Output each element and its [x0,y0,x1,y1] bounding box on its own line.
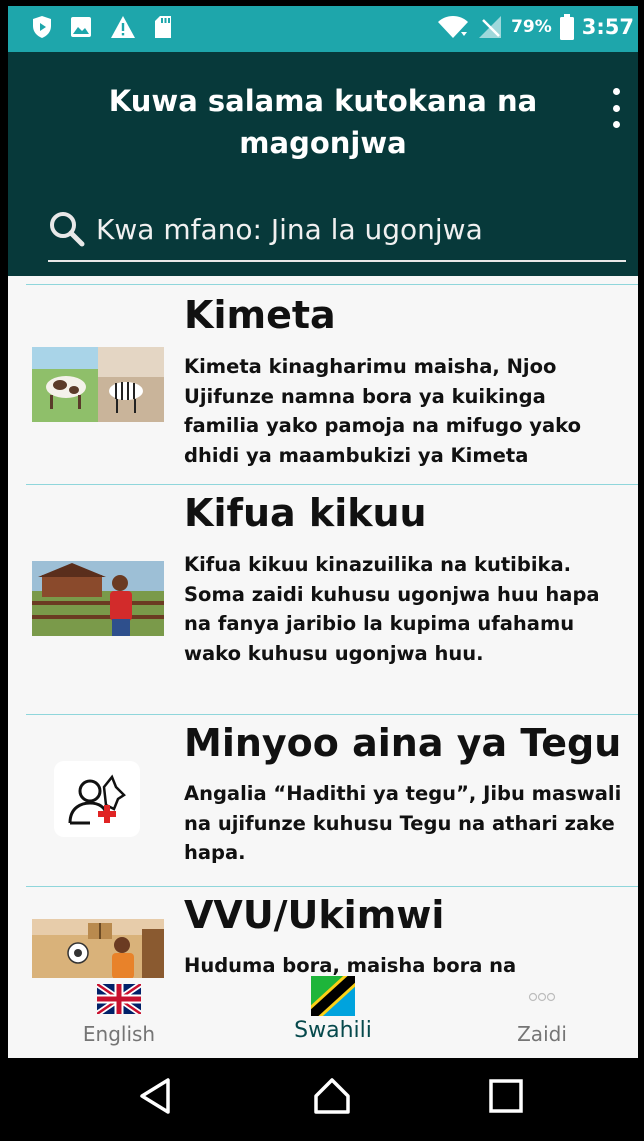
warning-icon [111,16,135,38]
wifi-icon [438,16,469,38]
list-item-tegu[interactable]: Minyoo aina ya Tegu Angalia “Hadithi ya … [26,714,638,887]
uk-flag-icon [97,984,141,1014]
image-icon [71,17,91,37]
battery-percent: 79% [511,17,552,37]
cow-zebra-illustration [32,347,164,422]
tab-english-label: English [82,1022,156,1046]
item-description: Kifua kikuu kinazuilika na kutibika. Som… [184,553,600,665]
tanzania-flag-icon [311,976,355,1016]
item-description: Kimeta kinagharimu maisha, Njoo Ujifunze… [184,355,581,467]
app-frame: 79% 3:57 Kuwa salama kutokana na magonjw… [8,6,638,1136]
person-dog-health-icon [54,761,140,837]
tab-zaidi-label: Zaidi [517,1022,567,1046]
tab-english[interactable]: English [29,978,209,1058]
disease-list[interactable]: Kimeta Kimeta kinagharimu maisha, Njoo U… [8,276,638,978]
item-title: Kimeta [184,293,336,337]
page-title: Kuwa salama kutokana na magonjwa [108,84,538,160]
list-item-kifua-kikuu[interactable]: Kifua kikuu Kifua kikuu kinazuilika na k… [26,484,638,715]
tab-swahili-label: Swahili [294,1018,372,1043]
tab-zaidi[interactable]: Zaidi [452,978,632,1058]
search-icon [50,212,85,247]
farmer-illustration [32,561,164,636]
search-bar[interactable] [48,198,626,262]
battery-icon [559,14,574,40]
item-title: Minyoo aina ya Tegu [184,721,622,765]
search-input[interactable] [96,212,616,246]
more-icon [528,992,556,1002]
recents-icon[interactable] [486,1076,526,1116]
home-icon[interactable] [312,1076,352,1116]
clock: 3:57 [581,15,634,39]
item-description: Angalia “Hadithi ya tegu”, Jibu maswali … [184,782,622,864]
status-bar: 79% 3:57 [8,6,638,52]
item-title: VVU/Ukimwi [184,893,445,937]
system-navigation-bar [8,1058,638,1136]
list-item-kimeta[interactable]: Kimeta Kimeta kinagharimu maisha, Njoo U… [26,284,638,485]
bottom-navigation: English Swahili Zaidi [8,976,638,1058]
item-description: Huduma bora, maisha bora na [184,954,517,977]
clinic-illustration [32,919,164,978]
item-title: Kifua kikuu [184,491,427,535]
app-bar: Kuwa salama kutokana na magonjwa [8,52,638,276]
tab-swahili[interactable]: Swahili [243,976,423,1058]
more-vert-icon[interactable] [610,88,622,128]
no-signal-icon [479,16,502,38]
back-icon[interactable] [136,1076,176,1116]
shield-icon [33,16,51,38]
sd-card-icon [155,16,171,38]
list-item-vvu-ukimwi[interactable]: VVU/Ukimwi Huduma bora, maisha bora na [26,886,638,978]
